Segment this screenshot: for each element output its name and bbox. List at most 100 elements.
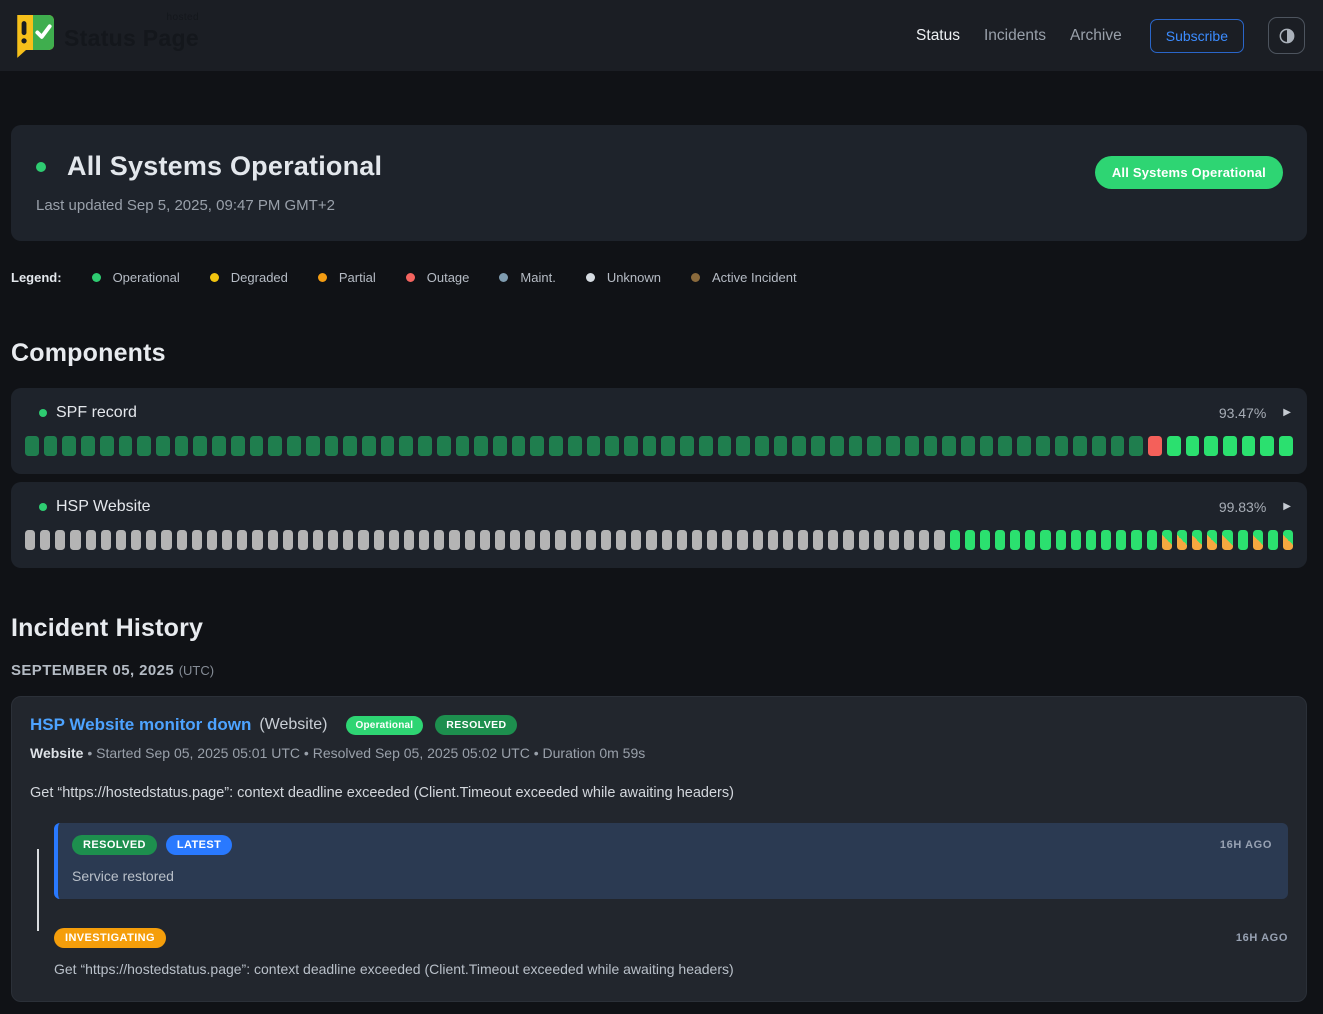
nav-link-archive[interactable]: Archive (1070, 27, 1122, 45)
uptime-bar-up_dim (1017, 436, 1031, 456)
uptime-bar-up_dim (755, 436, 769, 456)
uptime-bar-nodata (783, 530, 793, 550)
brand-superscript: hosted (167, 12, 199, 23)
uptime-bar-nodata (722, 530, 732, 550)
uptime-bar-nodata (753, 530, 763, 550)
uptime-bar-nodata (677, 530, 687, 550)
uptime-bar-nodata (252, 530, 262, 550)
uptime-bar-up (1116, 530, 1126, 550)
component-header-spf-record[interactable]: SPF record 93.47% ▶ (25, 404, 1293, 422)
nav-link-status[interactable]: Status (916, 27, 960, 45)
expand-arrow-icon[interactable]: ▶ (1283, 408, 1291, 418)
uptime-bar-nodata (328, 530, 338, 550)
uptime-percentage: 99.83% (1219, 499, 1266, 515)
uptime-bar-up_dim (474, 436, 488, 456)
uptime-bar-up_dim (736, 436, 750, 456)
uptime-bars[interactable] (25, 436, 1293, 456)
uptime-bar-nodata (358, 530, 368, 550)
incident-meta-details: • Started Sep 05, 2025 05:01 UTC • Resol… (87, 745, 645, 761)
uptime-bar-nodata (465, 530, 475, 550)
uptime-bar-up_dim (362, 436, 376, 456)
component-card-spf-record: SPF record 93.47% ▶ (11, 388, 1307, 474)
component-name: SPF record (56, 404, 137, 422)
legend-item-partial: Partial (318, 270, 376, 285)
uptime-bar-nodata (737, 530, 747, 550)
uptime-bar-nodata (828, 530, 838, 550)
contrast-icon (1277, 26, 1297, 46)
uptime-bar-nodata (40, 530, 50, 550)
uptime-bar-nodata (662, 530, 672, 550)
uptime-bar-up (1131, 530, 1141, 550)
uptime-bar-nodata (207, 530, 217, 550)
uptime-bar-up (1238, 530, 1248, 550)
uptime-bars[interactable] (25, 530, 1293, 550)
uptime-percentage: 93.47% (1219, 405, 1266, 421)
uptime-bar-up_dim (137, 436, 151, 456)
timezone-note: (UTC) (179, 663, 214, 678)
uptime-bar-up (1186, 436, 1200, 456)
partial-dot (318, 273, 327, 282)
uptime-bar-up_dim (643, 436, 657, 456)
uptime-bar-up_dim (1055, 436, 1069, 456)
uptime-bar-nodata (601, 530, 611, 550)
header: Status Page hosted Status Incidents Arch… (0, 0, 1323, 71)
uptime-bar-up_dim (81, 436, 95, 456)
uptime-bar-nodata (298, 530, 308, 550)
expand-arrow-icon[interactable]: ▶ (1283, 502, 1291, 512)
uptime-bar-nodata (449, 530, 459, 550)
uptime-bar-up_dim (1092, 436, 1106, 456)
uptime-bar-nodata (419, 530, 429, 550)
nav-link-incidents[interactable]: Incidents (984, 27, 1046, 45)
incident-title-link[interactable]: HSP Website monitor down (30, 715, 251, 735)
uptime-bar-up (1010, 530, 1020, 550)
legend-item-outage: Outage (406, 270, 470, 285)
timeline-timestamp: 16H AGO (1236, 932, 1288, 944)
brand-name: Status Page hosted (64, 19, 199, 52)
uptime-bar-up_dim (325, 436, 339, 456)
uptime-bar-partial (1192, 530, 1202, 550)
subscribe-button[interactable]: Subscribe (1150, 19, 1244, 53)
incident-history-heading: Incident History (11, 614, 1307, 643)
uptime-bar-up_dim (437, 436, 451, 456)
theme-toggle-button[interactable] (1268, 17, 1305, 54)
uptime-bar-up_dim (530, 436, 544, 456)
timeline-entry-investigating: INVESTIGATING 16H AGO Get “https://hoste… (30, 927, 1288, 977)
uptime-bar-nodata (586, 530, 596, 550)
overall-status-badge: All Systems Operational (1095, 156, 1283, 189)
investigating-pill: INVESTIGATING (54, 928, 166, 948)
uptime-bar-up_dim (1036, 436, 1050, 456)
uptime-bar-nodata (889, 530, 899, 550)
uptime-bar-nodata (874, 530, 884, 550)
brand: Status Page hosted (12, 13, 199, 59)
uptime-bar-up_dim (680, 436, 694, 456)
incident-state-badge: RESOLVED (435, 715, 517, 735)
legend-item-degraded: Degraded (210, 270, 288, 285)
uptime-bar-up (1056, 530, 1066, 550)
uptime-bar-up (1268, 530, 1278, 550)
unknown-dot (586, 273, 595, 282)
uptime-bar-nodata (904, 530, 914, 550)
operational-dot (92, 273, 101, 282)
uptime-bar-nodata (510, 530, 520, 550)
uptime-bar-up (1025, 530, 1035, 550)
uptime-bar-up_dim (1129, 436, 1143, 456)
uptime-bar-up_dim (175, 436, 189, 456)
uptime-bar-nodata (768, 530, 778, 550)
uptime-bar-up_dim (456, 436, 470, 456)
uptime-bar-up_dim (193, 436, 207, 456)
uptime-bar-up (1167, 436, 1181, 456)
uptime-bar-nodata (707, 530, 717, 550)
uptime-bar-up (1204, 436, 1218, 456)
uptime-bar-nodata (859, 530, 869, 550)
uptime-bar-nodata (404, 530, 414, 550)
outage-dot (406, 273, 415, 282)
uptime-bar-up_dim (924, 436, 938, 456)
component-header-hsp-website[interactable]: HSP Website 99.83% ▶ (25, 498, 1293, 516)
uptime-bar-up (965, 530, 975, 550)
uptime-bar-nodata (616, 530, 626, 550)
uptime-bar-partial (1177, 530, 1187, 550)
uptime-bar-nodata (495, 530, 505, 550)
uptime-bar-nodata (434, 530, 444, 550)
uptime-bar-up_dim (792, 436, 806, 456)
timeline-timestamp: 16H AGO (1220, 839, 1272, 851)
